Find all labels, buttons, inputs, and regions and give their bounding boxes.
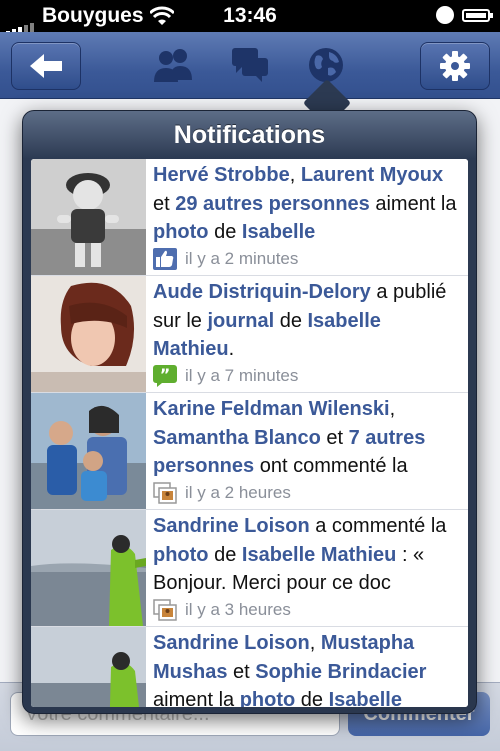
messages-icon[interactable] xyxy=(230,46,270,84)
notification-item[interactable]: Karine Feldman Wilenski, Samantha Blanco… xyxy=(31,393,468,510)
plain-text: , xyxy=(309,632,321,654)
plain-text: et xyxy=(153,192,176,215)
link-text[interactable]: Isabelle Mathieu xyxy=(242,544,397,566)
notification-time: il y a 2 minutes xyxy=(185,249,299,268)
globe-icon[interactable] xyxy=(307,46,345,84)
link-text[interactable]: Sandrine Loison xyxy=(153,515,310,537)
plain-text: . xyxy=(228,338,235,360)
plain-text: et xyxy=(227,660,256,683)
notification-photo xyxy=(31,159,146,275)
link-text[interactable]: 29 autres personnes xyxy=(175,193,370,215)
gear-icon xyxy=(440,51,470,81)
notification-photo xyxy=(31,510,146,626)
link-text[interactable]: Isabelle xyxy=(329,689,402,707)
notification-item[interactable]: Sandrine Loison, Mustapha Mushas et Soph… xyxy=(31,627,468,707)
link-text[interactable]: Laurent Myoux xyxy=(301,164,443,186)
link-text[interactable]: Karine Feldman Wilenski xyxy=(153,398,390,420)
plain-text: , xyxy=(289,164,301,186)
plain-text: de xyxy=(208,221,242,243)
notification-text: Aude Distriquin-Delory a publié sur le j… xyxy=(153,278,465,364)
notification-time: il y a 2 heures xyxy=(185,483,291,502)
friends-icon[interactable] xyxy=(152,46,196,86)
link-text[interactable]: Isabelle xyxy=(242,221,315,243)
notification-time: il y a 7 minutes xyxy=(185,366,299,385)
svg-text:”: ” xyxy=(160,365,171,384)
link-text[interactable]: Sandrine Loison xyxy=(153,632,310,654)
notification-photo xyxy=(31,276,146,392)
alarm-clock-icon xyxy=(436,6,454,24)
plain-text: de xyxy=(295,689,329,707)
like-thumb-icon xyxy=(153,248,177,270)
notification-photo xyxy=(31,393,146,509)
link-text[interactable]: Aude Distriquin-Delory xyxy=(153,281,371,303)
notification-item[interactable]: Aude Distriquin-Delory a publié sur le j… xyxy=(31,276,468,393)
notification-text: Hervé Strobbe, Laurent Myoux et 29 autre… xyxy=(153,161,465,247)
photo-comment-icon xyxy=(153,482,177,504)
plain-text: et xyxy=(320,426,349,449)
plain-text: de xyxy=(208,543,242,566)
notifications-popover: Notifications Hervé Strobbe, Laurent Myo xyxy=(22,110,477,714)
plain-text: ont commenté la xyxy=(254,455,408,477)
link-text[interactable]: photo xyxy=(153,544,209,566)
link-text[interactable]: Samantha Blanco xyxy=(153,427,321,449)
nav-bar xyxy=(0,32,500,99)
plain-text: de xyxy=(274,309,308,332)
plain-text: aiment la xyxy=(153,689,240,707)
status-time: 13:46 xyxy=(223,4,277,27)
link-text[interactable]: Hervé Strobbe xyxy=(153,164,290,186)
notifications-list[interactable]: Hervé Strobbe, Laurent Myoux et 29 autre… xyxy=(31,159,468,707)
link-text[interactable]: photo xyxy=(240,689,296,707)
link-text[interactable]: Sophie Brindacier xyxy=(255,661,426,683)
photo-comment-icon xyxy=(153,599,177,621)
notification-photo xyxy=(31,627,146,707)
back-arrow-icon xyxy=(30,54,62,78)
battery-icon xyxy=(462,9,493,22)
post-quote-icon: ” xyxy=(153,365,177,387)
back-button[interactable] xyxy=(11,42,81,90)
plain-text: a commenté la xyxy=(309,515,447,537)
popover-title: Notifications xyxy=(173,121,326,149)
link-text[interactable]: journal xyxy=(207,310,274,332)
notification-item[interactable]: Sandrine Loison a commenté la photo de I… xyxy=(31,510,468,627)
plain-text: aiment la xyxy=(369,192,457,215)
plain-text: , xyxy=(389,398,396,420)
status-bar: Bouygues 13:46 xyxy=(0,0,500,35)
notification-text: Karine Feldman Wilenski, Samantha Blanco… xyxy=(153,395,465,481)
notification-text: Sandrine Loison a commenté la photo de I… xyxy=(153,512,465,598)
settings-button[interactable] xyxy=(420,42,490,90)
notification-time: il y a 3 heures xyxy=(185,600,291,619)
notification-item[interactable]: Hervé Strobbe, Laurent Myoux et 29 autre… xyxy=(31,159,468,276)
notification-text: Sandrine Loison, Mustapha Mushas et Soph… xyxy=(153,629,465,707)
link-text[interactable]: photo xyxy=(153,221,209,243)
